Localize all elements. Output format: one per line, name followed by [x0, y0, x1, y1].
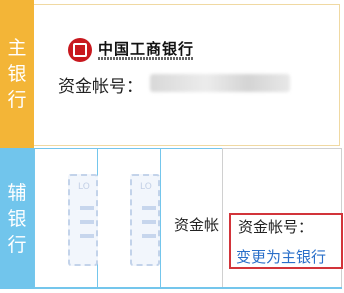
placeholder-line: [80, 220, 94, 224]
sub-bank-section-label: 辅 银 行: [0, 148, 34, 289]
sub-label-char: 辅: [7, 181, 27, 204]
main-account-label: 资金帐号：: [58, 77, 143, 97]
bank-logo: 中国工商银行: [68, 38, 198, 68]
masked-account-number: [150, 74, 290, 92]
bottom-divider: [34, 287, 342, 289]
sub-account-label: 资金帐: [174, 216, 220, 234]
sub-label-char: 银: [7, 207, 27, 230]
main-label-char: 行: [7, 89, 27, 111]
placeholder-line: [80, 206, 94, 210]
main-bank-section-label: 主 银 行: [0, 0, 34, 148]
placeholder-text: LO: [140, 182, 152, 192]
bank-english-name-fine-print: [98, 57, 194, 60]
main-label-char: 主: [7, 37, 27, 59]
highlight-box: [229, 213, 343, 269]
sub-label-char: 行: [7, 233, 27, 256]
placeholder-line: [142, 206, 156, 210]
icbc-logo-icon: [68, 38, 92, 62]
logo-placeholder: LO: [68, 174, 98, 266]
placeholder-line: [142, 234, 156, 238]
main-label-char: 银: [7, 63, 27, 85]
placeholder-line: [142, 220, 156, 224]
placeholder-text: LO: [78, 182, 90, 192]
placeholder-line: [80, 234, 94, 238]
bank-name: 中国工商银行: [98, 40, 195, 58]
logo-placeholder: LO: [130, 174, 160, 266]
